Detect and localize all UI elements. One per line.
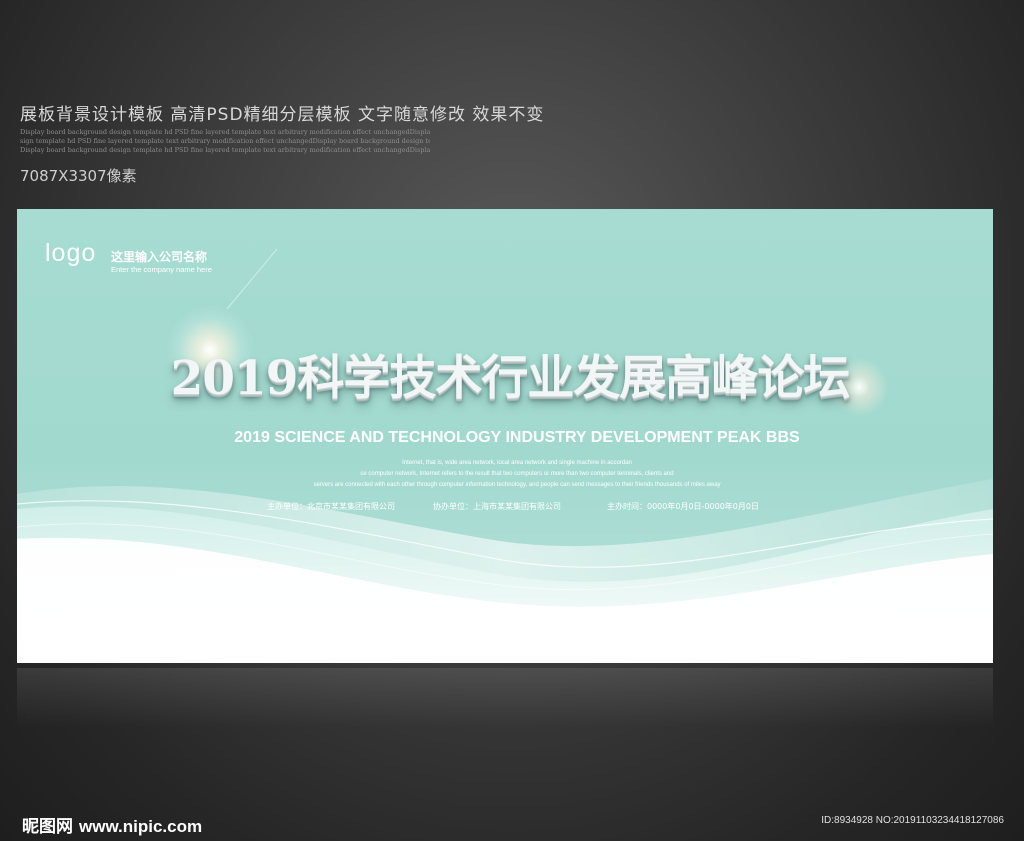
organizer: 主办单位：北京市某某集团有限公司: [267, 502, 395, 511]
co-organizer: 协办单位：上海市某某集团有限公司: [433, 502, 561, 511]
header-description-line: Display board background design template…: [20, 128, 430, 136]
watermark-url[interactable]: www.nipic.com: [79, 817, 202, 836]
company-name-cn: 这里输入公司名称: [111, 250, 208, 264]
board-description-line: servers are connected with each other th…: [313, 482, 721, 488]
sub-title: 2019 SCIENCE AND TECHNOLOGY INDUSTRY DEV…: [234, 429, 800, 446]
board-reflection: [17, 668, 993, 728]
header-description: Display board background design template…: [20, 128, 430, 155]
header-description-line: sign template hd PSD fine layered templa…: [20, 137, 430, 145]
company-name-en: Enter the company name here: [111, 265, 212, 274]
board-description: Internet, that is, wide area network, lo…: [307, 458, 727, 491]
logo-text: logo: [45, 239, 97, 267]
header-description-line: Display board background design template…: [20, 146, 430, 154]
main-title: 2019科学技术行业发展高峰论坛: [170, 351, 851, 406]
display-board: logo 这里输入公司名称 Enter the company name her…: [17, 209, 993, 663]
board-description-line: Internet, that is, wide area network, lo…: [402, 460, 632, 466]
image-id: ID:8934928 NO:20191103234418127086: [821, 815, 1004, 826]
watermark-logo[interactable]: 昵图网 www.nipic.com: [22, 812, 202, 837]
header-size: 7087X3307像素: [20, 167, 137, 185]
header-title: 展板背景设计模板 高清PSD精细分层模板 文字随意修改 效果不变: [20, 105, 545, 125]
event-date: 主办时间：0000年0月0日-0000年0月0日: [607, 502, 759, 511]
watermark-site-name: 昵图网: [22, 817, 73, 837]
board-description-line: ce computer network, Internet refers to …: [360, 471, 674, 477]
